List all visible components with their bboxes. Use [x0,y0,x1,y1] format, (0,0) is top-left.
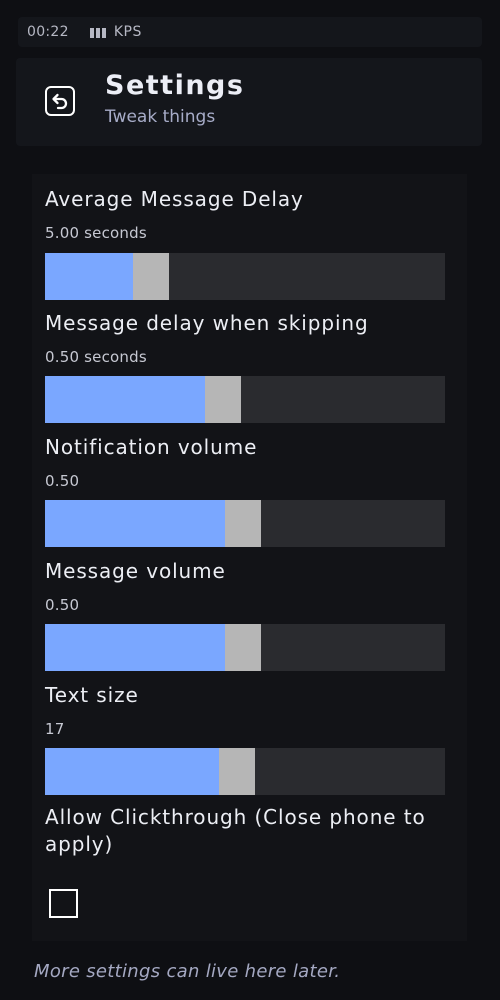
slider-message-volume[interactable] [45,624,445,671]
slider-thumb[interactable] [219,748,255,795]
status-carrier: KPS [113,24,142,40]
slider-notification-volume[interactable] [45,500,445,547]
header: Settings Tweak things [16,58,482,146]
setting-value-skip-delay: 0.50 seconds [45,348,147,366]
slider-fill [45,376,205,423]
slider-thumb[interactable] [225,500,261,547]
setting-value-average-message-delay: 5.00 seconds [45,224,147,242]
signal-icon [89,27,106,38]
slider-average-message-delay[interactable] [45,253,445,300]
setting-value-text-size: 17 [45,720,65,738]
setting-label-text-size: Text size [45,683,139,707]
page-subtitle: Tweak things [105,107,216,127]
slider-thumb[interactable] [205,376,241,423]
slider-thumb[interactable] [225,624,261,671]
footer-note: More settings can live here later. [34,961,341,982]
slider-fill [45,748,219,795]
slider-fill [45,253,133,300]
clickthrough-checkbox[interactable] [49,889,78,918]
setting-label-notification-volume: Notification volume [45,435,258,459]
slider-fill [45,624,225,671]
setting-value-notification-volume: 0.50 [45,472,80,490]
page-title: Settings [105,70,245,101]
back-button[interactable] [45,86,75,116]
status-bar: 00:22 KPS [18,17,482,47]
setting-label-skip-delay: Message delay when skipping [45,311,369,335]
setting-label-average-message-delay: Average Message Delay [45,187,304,211]
setting-label-message-volume: Message volume [45,559,226,583]
slider-fill [45,500,225,547]
slider-text-size[interactable] [45,748,445,795]
back-arrow-icon [52,93,68,110]
status-time: 00:22 [27,24,69,40]
setting-label-clickthrough: Allow Clickthrough (Close phone to apply… [45,805,426,856]
setting-value-message-volume: 0.50 [45,596,80,614]
slider-skip-delay[interactable] [45,376,445,423]
settings-panel: Average Message Delay 5.00 seconds Messa… [32,174,467,941]
slider-thumb[interactable] [133,253,169,300]
